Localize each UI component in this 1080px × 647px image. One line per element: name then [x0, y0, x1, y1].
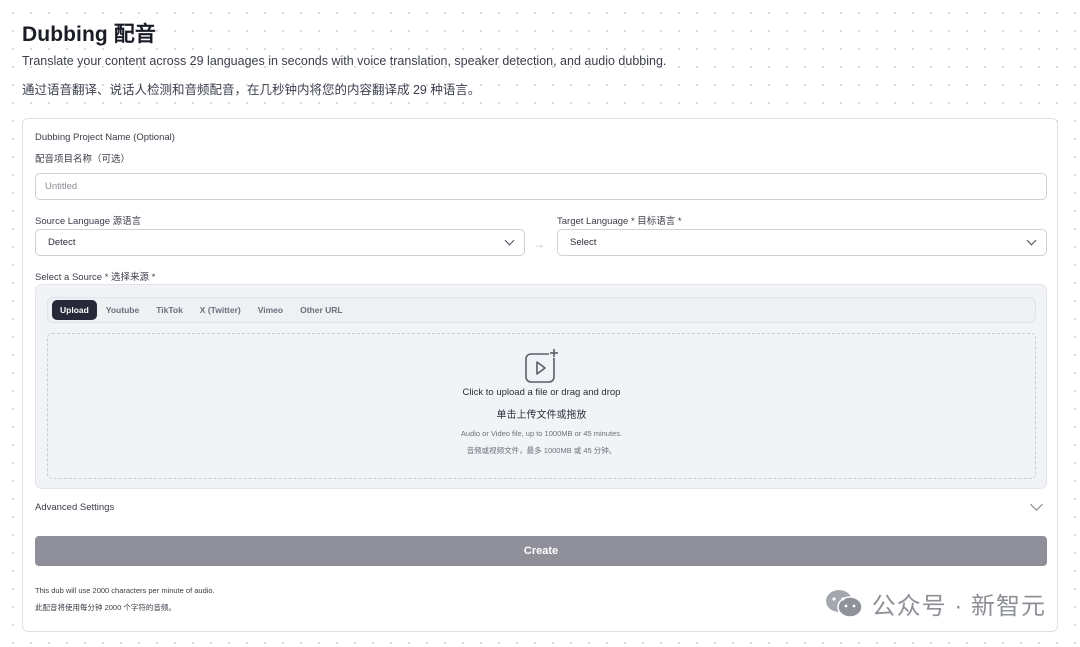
advanced-settings-toggle[interactable]: Advanced Settings: [35, 498, 1047, 515]
target-language-label: Target Language * 目标语言 *: [557, 216, 682, 227]
wechat-icon: [825, 589, 863, 618]
source-label: Select a Source * 选择来源 *: [35, 272, 156, 283]
target-language-value: Select: [570, 237, 597, 248]
usage-footnote-en: This dub will use 2000 characters per mi…: [35, 586, 215, 595]
usage-footnote-zh: 此配音将使用每分钟 2000 个字符的音频。: [35, 603, 176, 612]
tab-upload[interactable]: Upload: [52, 300, 97, 320]
tab-x-twitter[interactable]: X (Twitter): [192, 300, 249, 320]
chevron-down-icon: [1026, 235, 1037, 246]
arrow-right-icon: →: [533, 237, 545, 251]
page-subtitle-en: Translate your content across 29 languag…: [22, 54, 667, 68]
project-name-label-zh: 配音项目名称（可选）: [35, 154, 131, 165]
tab-youtube[interactable]: Youtube: [98, 300, 147, 320]
chevron-down-icon: [1030, 498, 1043, 511]
project-name-input[interactable]: [35, 173, 1047, 200]
source-tabs: Upload Youtube TikTok X (Twitter) Vimeo …: [47, 297, 1036, 323]
tab-tiktok[interactable]: TikTok: [148, 300, 191, 320]
project-name-label-en: Dubbing Project Name (Optional): [35, 132, 175, 143]
dropzone-title-en: Click to upload a file or drag and drop: [462, 387, 621, 398]
create-button[interactable]: Create: [35, 536, 1047, 566]
tab-vimeo[interactable]: Vimeo: [250, 300, 291, 320]
dropzone-title-zh: 单击上传文件或拖放: [496, 410, 587, 421]
source-language-select[interactable]: Detect: [35, 229, 525, 256]
chevron-down-icon: [504, 235, 515, 246]
dropzone-hint-en: Audio or Video file, up to 1000MB or 45 …: [460, 429, 623, 438]
advanced-settings-label: Advanced Settings: [35, 501, 115, 513]
upload-dropzone[interactable]: Click to upload a file or drag and drop …: [47, 333, 1036, 479]
watermark: 公众号 · 新智元: [824, 586, 1046, 621]
dubbing-form-card: Dubbing Project Name (Optional) 配音项目名称（可…: [22, 118, 1058, 632]
page-subtitle-zh: 通过语音翻译、说话人检测和音频配音，在几秒钟内将您的内容翻译成 29 种语言。: [22, 83, 481, 97]
dropzone-hint-zh: 音频或视频文件，最多 1000MB 或 45 分钟。: [466, 446, 617, 455]
page-title: Dubbing 配音: [22, 23, 156, 46]
source-panel: Upload Youtube TikTok X (Twitter) Vimeo …: [35, 284, 1047, 489]
target-language-select[interactable]: Select: [557, 229, 1047, 256]
source-language-value: Detect: [48, 237, 76, 248]
watermark-text: 公众号 · 新智元: [871, 593, 1046, 620]
source-language-label: Source Language 源语言: [35, 216, 142, 227]
tab-other-url[interactable]: Other URL: [292, 300, 351, 320]
video-upload-icon: [525, 348, 559, 383]
